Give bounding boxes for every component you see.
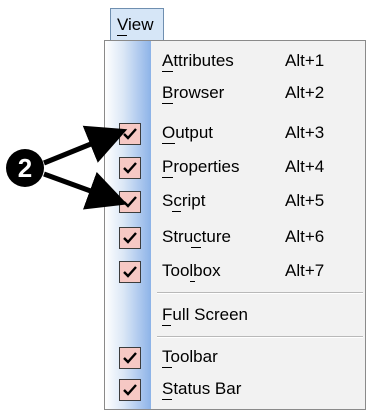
arrow-to-output: [43, 125, 128, 166]
arrow-to-script: [43, 171, 128, 210]
callout-arrows: [43, 125, 128, 210]
